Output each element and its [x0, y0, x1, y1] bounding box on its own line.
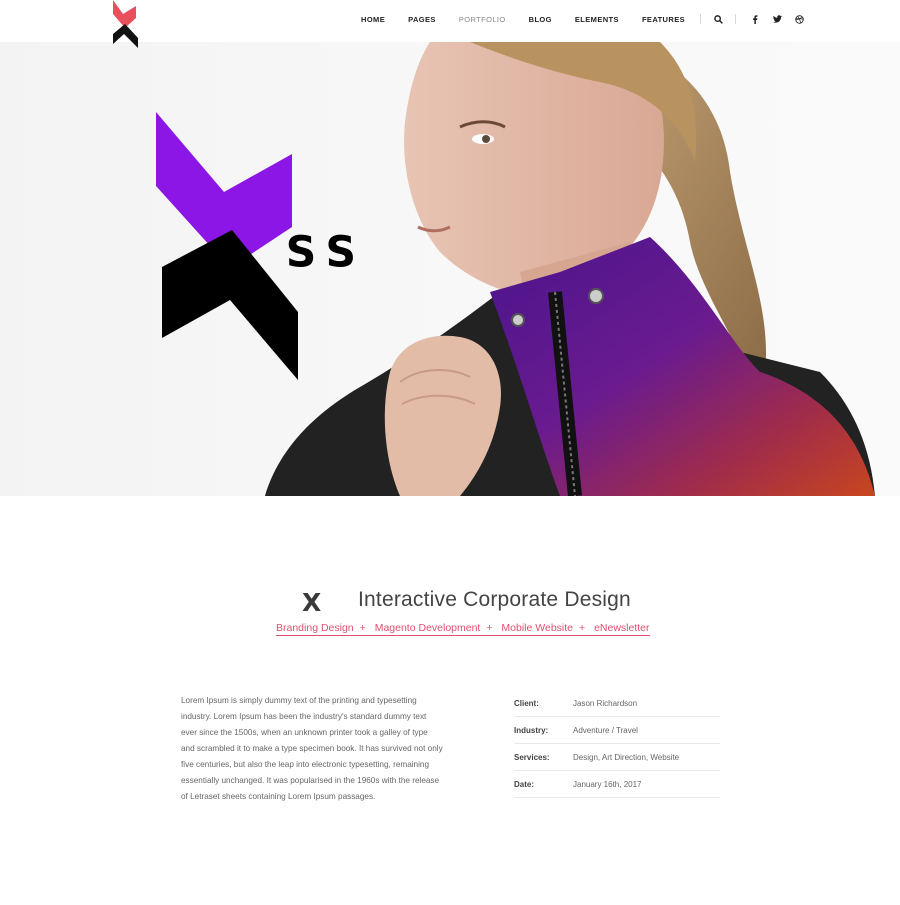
- nav-divider: [735, 14, 736, 24]
- detail-value: Jason Richardson: [573, 698, 638, 708]
- hero-image: [156, 42, 875, 496]
- detail-row-client: Client: Jason Richardson: [514, 690, 720, 717]
- tag-link[interactable]: Mobile Website: [501, 622, 573, 634]
- tag-separator: +: [359, 622, 366, 634]
- detail-value: Design, Art Direction, Website: [573, 752, 680, 762]
- search-icon[interactable]: [713, 14, 723, 24]
- detail-label: Industry:: [514, 725, 549, 735]
- tag-link[interactable]: Magento Development: [375, 622, 481, 634]
- detail-row-services: Services: Design, Art Direction, Website: [514, 744, 720, 771]
- facebook-icon[interactable]: [750, 14, 760, 24]
- twitter-icon[interactable]: [772, 14, 782, 24]
- detail-value: Adventure / Travel: [573, 725, 638, 735]
- detail-label: Services:: [514, 752, 550, 762]
- project-details: Client: Jason Richardson Industry: Adven…: [514, 690, 720, 798]
- nav-elements[interactable]: ELEMENTS: [575, 15, 619, 24]
- detail-row-industry: Industry: Adventure / Travel: [514, 717, 720, 744]
- tag-separator: +: [579, 622, 586, 634]
- hero-banner: ss: [0, 42, 900, 496]
- main-nav: HOME PAGES PORTFOLIO BLOG ELEMENTS FEATU…: [361, 14, 816, 24]
- overlay-x-logo-icon: [156, 112, 298, 380]
- nav-features[interactable]: FEATURES: [642, 15, 685, 24]
- site-logo[interactable]: [110, 0, 140, 50]
- project-description: Lorem Ipsum is simply dummy text of the …: [181, 696, 443, 801]
- nav-divider: [700, 14, 701, 24]
- detail-value: January 16th, 2017: [573, 779, 642, 789]
- overlay-logo-text: ss: [284, 215, 364, 280]
- tag-link[interactable]: eNewsletter: [594, 622, 649, 634]
- project-mark: X: [302, 588, 322, 617]
- nav-pages[interactable]: PAGES: [408, 15, 436, 24]
- project-title: Interactive Corporate Design: [358, 588, 631, 611]
- project-tags: Branding Design + Magento Development + Mo…: [276, 622, 650, 636]
- nav-blog[interactable]: BLOG: [529, 15, 552, 24]
- x-logo-icon: [113, 0, 138, 48]
- site-header: HOME PAGES PORTFOLIO BLOG ELEMENTS FEATU…: [0, 0, 900, 48]
- nav-portfolio[interactable]: PORTFOLIO: [459, 15, 506, 24]
- detail-row-date: Date: January 16th, 2017: [514, 771, 720, 798]
- tag-link[interactable]: Branding Design: [276, 622, 354, 634]
- nav-home[interactable]: HOME: [361, 15, 385, 24]
- detail-label: Client:: [514, 698, 539, 708]
- detail-label: Date:: [514, 779, 535, 789]
- dribbble-icon[interactable]: [794, 14, 804, 24]
- tag-separator: +: [486, 622, 493, 634]
